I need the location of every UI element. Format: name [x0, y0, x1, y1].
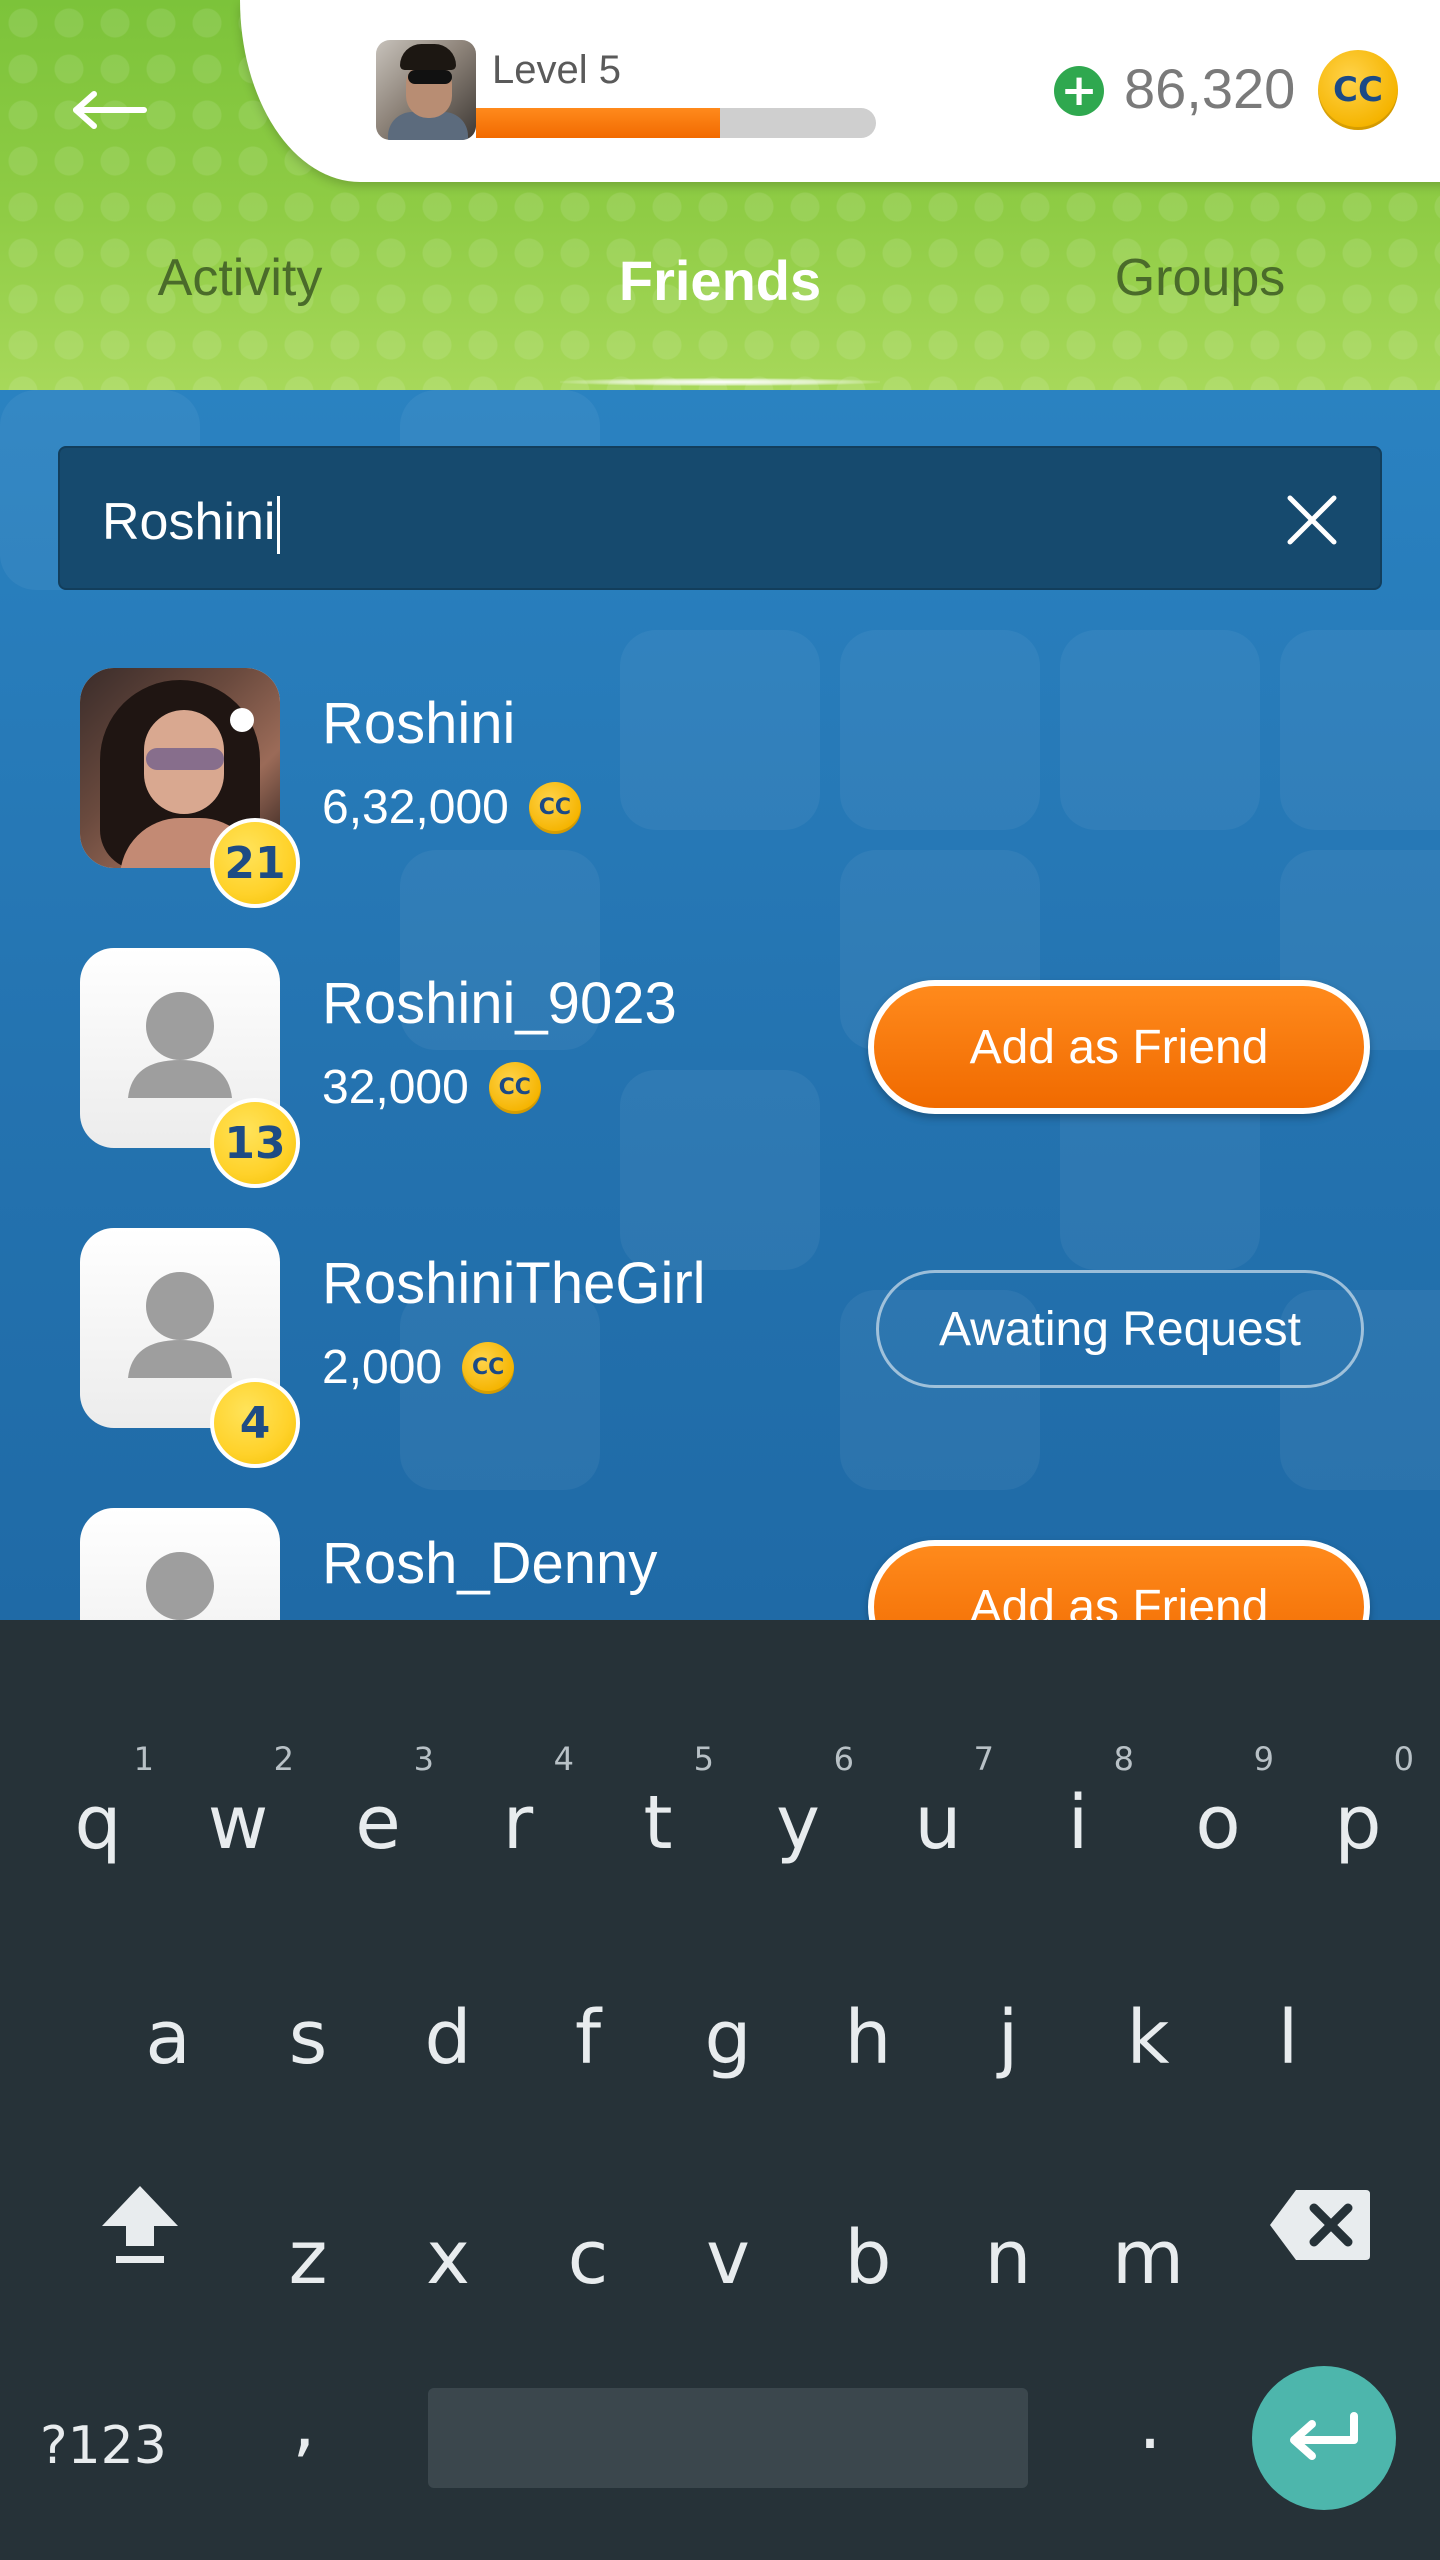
- period-key[interactable]: .: [1080, 2340, 1220, 2500]
- key-x[interactable]: x: [378, 2175, 518, 2335]
- list-item[interactable]: Rosh_Denny Add as Friend: [0, 1508, 1440, 1620]
- key-a[interactable]: a: [98, 1955, 238, 2115]
- search-input[interactable]: Roshini: [58, 446, 1382, 590]
- key-p[interactable]: 0p: [1288, 1740, 1428, 1900]
- close-icon: [1287, 495, 1337, 545]
- shift-key[interactable]: [90, 2180, 190, 2274]
- key-k[interactable]: k: [1078, 1955, 1218, 2115]
- default-avatar-icon: [146, 1552, 214, 1620]
- enter-icon: [1290, 2412, 1358, 2460]
- key-m[interactable]: m: [1078, 2175, 1218, 2335]
- user-avatar[interactable]: [376, 40, 476, 140]
- active-tab-indicator: [560, 378, 880, 386]
- level-badge: 13: [210, 1098, 300, 1188]
- soft-keyboard: 1q 2w 3e 4r 5t 6y 7u 8i 9o 0p a s d f g …: [0, 1620, 1440, 2560]
- key-g[interactable]: g: [658, 1955, 798, 2115]
- friend-name: Rosh_Denny: [322, 1531, 658, 1596]
- key-t[interactable]: 5t: [588, 1740, 728, 1900]
- coin-icon: CC: [528, 781, 581, 834]
- clear-search-button[interactable]: [1280, 488, 1344, 552]
- level-progress-bar: [476, 108, 876, 138]
- key-s[interactable]: s: [238, 1955, 378, 2115]
- level-label: Level 5: [492, 48, 621, 92]
- friend-coins: 6,32,000 CC: [322, 780, 581, 835]
- symbols-key[interactable]: ?123: [40, 2416, 167, 2476]
- key-l[interactable]: l: [1218, 1955, 1358, 2115]
- coin-icon: CC: [488, 1061, 541, 1114]
- coin-balance: 86,320: [1124, 57, 1296, 120]
- key-y[interactable]: 6y: [728, 1740, 868, 1900]
- back-arrow-icon: [73, 91, 147, 129]
- backspace-key[interactable]: [1268, 2186, 1372, 2268]
- friend-name: RoshiniTheGirl: [322, 1251, 706, 1316]
- level-badge: 21: [210, 818, 300, 908]
- comma-key[interactable]: ,: [234, 2340, 374, 2500]
- tab-bar: Activity Friends Groups: [0, 248, 1440, 358]
- tab-groups[interactable]: Groups: [1020, 248, 1380, 308]
- list-item[interactable]: 21 Roshini 6,32,000 CC: [0, 668, 1440, 908]
- level-badge: 4: [210, 1378, 300, 1468]
- awaiting-request-button[interactable]: Awating Request: [876, 1270, 1364, 1388]
- add-friend-button[interactable]: Add as Friend: [868, 980, 1370, 1114]
- friends-panel: Roshini 21 Roshini 6,32,000 CC 13 Roshin…: [0, 390, 1440, 1620]
- app-header: Level 5 + 86,320 CC Activity Friends Gro…: [0, 0, 1440, 390]
- friend-name: Roshini: [322, 691, 516, 756]
- key-u[interactable]: 7u: [868, 1740, 1008, 1900]
- search-text: Roshini: [102, 492, 281, 555]
- key-z[interactable]: z: [238, 2175, 378, 2335]
- key-j[interactable]: j: [938, 1955, 1078, 2115]
- key-i[interactable]: 8i: [1008, 1740, 1148, 1900]
- key-e[interactable]: 3e: [308, 1740, 448, 1900]
- key-q[interactable]: 1q: [28, 1740, 168, 1900]
- friend-coins: 2,000 CC: [322, 1340, 515, 1395]
- add-friend-button[interactable]: Add as Friend: [868, 1540, 1370, 1620]
- key-b[interactable]: b: [798, 2175, 938, 2335]
- coin-icon: CC: [1318, 50, 1398, 130]
- shift-icon: [102, 2186, 178, 2263]
- back-button[interactable]: [60, 70, 160, 150]
- backspace-icon: [1270, 2190, 1370, 2260]
- tab-friends[interactable]: Friends: [540, 248, 900, 313]
- key-f[interactable]: f: [518, 1955, 658, 2115]
- friend-avatar: 13: [80, 948, 300, 1188]
- friend-avatar: [80, 1508, 280, 1620]
- coin-icon: CC: [462, 1341, 515, 1394]
- friend-name: Roshini_9023: [322, 971, 677, 1036]
- key-w[interactable]: 2w: [168, 1740, 308, 1900]
- key-v[interactable]: v: [658, 2175, 798, 2335]
- key-r[interactable]: 4r: [448, 1740, 588, 1900]
- list-item[interactable]: 13 Roshini_9023 32,000 CC Add as Friend: [0, 948, 1440, 1188]
- space-key[interactable]: [428, 2388, 1028, 2488]
- key-c[interactable]: c: [518, 2175, 658, 2335]
- key-h[interactable]: h: [798, 1955, 938, 2115]
- enter-key[interactable]: [1252, 2366, 1396, 2510]
- key-o[interactable]: 9o: [1148, 1740, 1288, 1900]
- list-item[interactable]: 4 RoshiniTheGirl 2,000 CC Awating Reques…: [0, 1228, 1440, 1468]
- friend-coins: 32,000 CC: [322, 1060, 541, 1115]
- add-coins-icon[interactable]: +: [1054, 66, 1104, 116]
- friend-avatar: 21: [80, 668, 300, 908]
- key-d[interactable]: d: [378, 1955, 518, 2115]
- friend-avatar: 4: [80, 1228, 300, 1468]
- key-n[interactable]: n: [938, 2175, 1078, 2335]
- level-progress-fill: [476, 108, 720, 138]
- tab-activity[interactable]: Activity: [60, 248, 420, 308]
